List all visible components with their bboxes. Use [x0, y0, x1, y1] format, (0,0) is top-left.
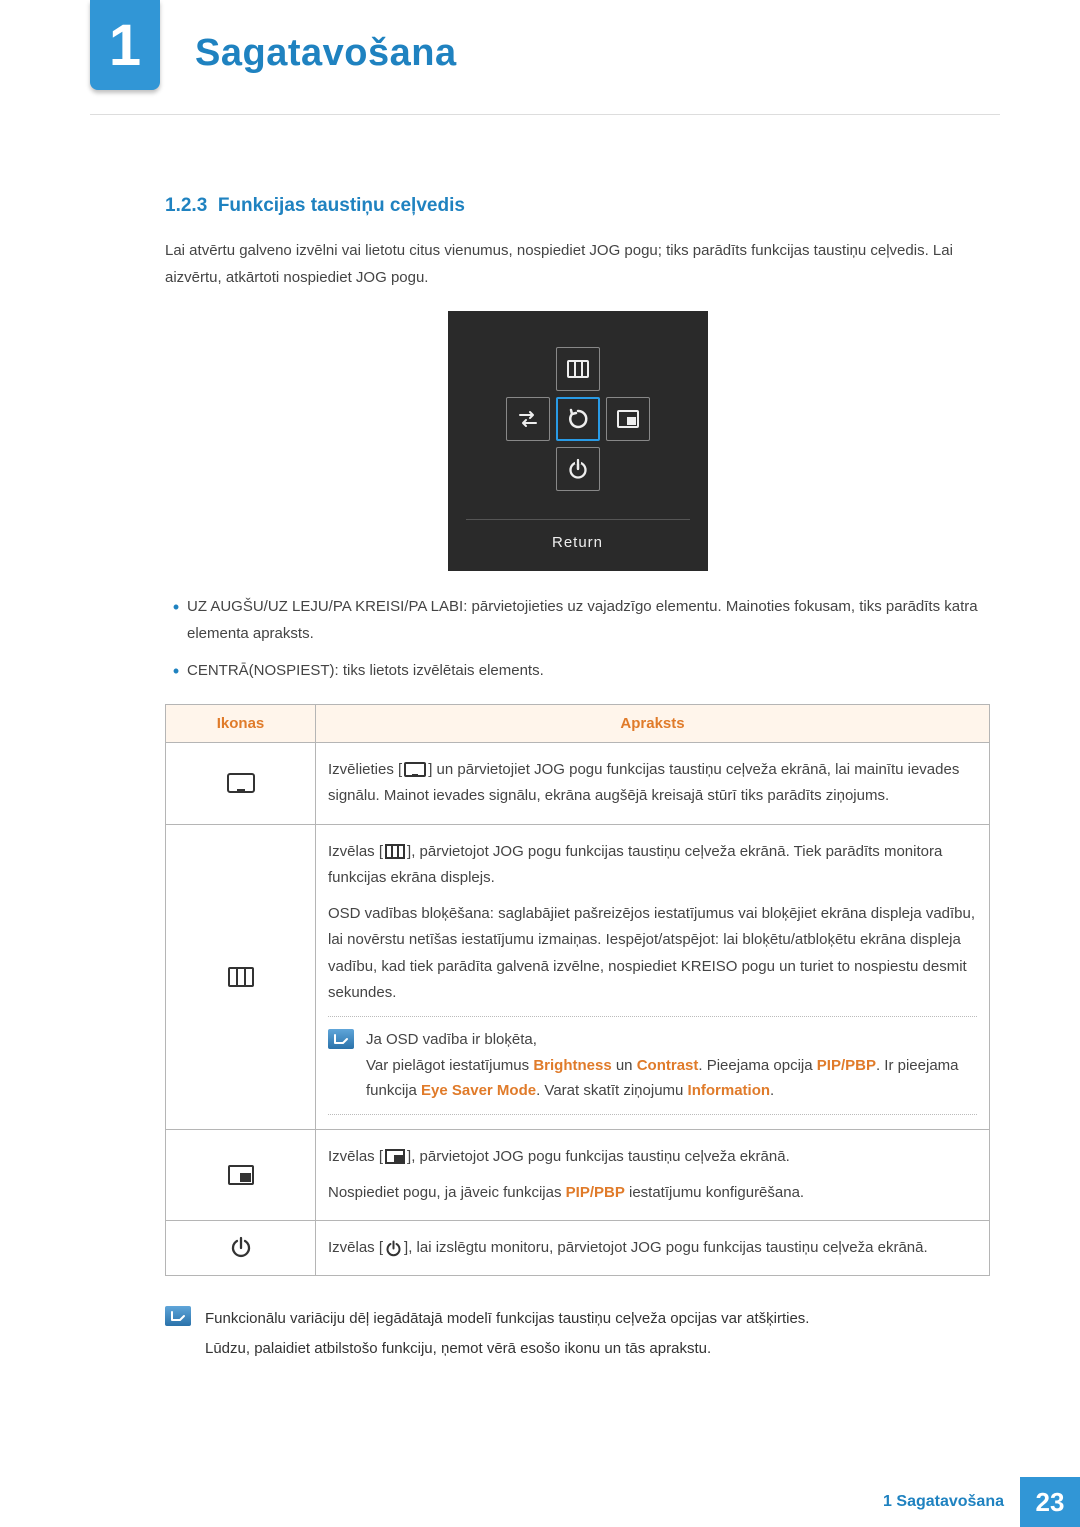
pip-inline-icon — [385, 1149, 405, 1164]
osd-return-label: Return — [466, 519, 690, 571]
source-icon — [166, 743, 316, 825]
section-title: Funkcijas taustiņu ceļvedis — [218, 195, 465, 216]
instruction-list: • UZ AUGŠU/UZ LEJU/PA KREISI/PA LABI: pā… — [165, 593, 990, 684]
osd-pip-icon — [606, 397, 650, 441]
list-item-text: UZ AUGŠU/UZ LEJU/PA KREISI/PA LABI: pārv… — [187, 593, 990, 647]
table-row: Izvēlas [], pārvietojot JOG pogu funkcij… — [166, 824, 990, 1129]
bullet-icon: • — [165, 593, 187, 647]
footer-note: Funkcionālu variāciju dēļ iegādātajā mod… — [165, 1304, 990, 1364]
bullet-icon: • — [165, 657, 187, 684]
menu-description: Izvēlas [], pārvietojot JOG pogu funkcij… — [316, 824, 990, 1129]
page-header: 1 Sagatavošana — [90, 0, 1000, 115]
page-footer: 1 Sagatavošana 23 — [0, 1477, 1080, 1527]
power-icon — [166, 1221, 316, 1276]
section-intro: Lai atvērtu galveno izvēlni vai lietotu … — [165, 237, 990, 291]
osd-return-icon — [556, 397, 600, 441]
footer-chapter-label: 1 Sagatavošana — [883, 1477, 1020, 1527]
table-header-icons: Ikonas — [166, 705, 316, 743]
osd-source-icon — [506, 397, 550, 441]
content-area: 1.2.3 Funkcijas taustiņu ceļvedis Lai at… — [165, 195, 990, 1364]
note-block: Ja OSD vadība ir bloķēta, Var pielāgot i… — [328, 1016, 977, 1115]
menu-icon — [166, 824, 316, 1129]
note-body: Ja OSD vadība ir bloķēta, Var pielāgot i… — [366, 1027, 977, 1104]
note-icon — [328, 1029, 354, 1049]
pip-description: Izvēlas [], pārvietojot JOG pogu funkcij… — [316, 1129, 990, 1221]
note-icon — [165, 1306, 191, 1326]
table-header-description: Apraksts — [316, 705, 990, 743]
power-description: Izvēlas [], lai izslēgtu monitoru, pārvi… — [316, 1221, 990, 1276]
table-row: Izvēlas [], pārvietojot JOG pogu funkcij… — [166, 1129, 990, 1221]
osd-guide-graphic: Return — [448, 311, 708, 571]
section-number: 1.2.3 — [165, 195, 207, 216]
source-inline-icon — [404, 762, 426, 778]
footer-page-number: 23 — [1020, 1477, 1080, 1527]
osd-button-grid — [466, 329, 690, 519]
chapter-title: Sagatavošana — [195, 32, 457, 75]
source-description: Izvēlieties [] un pārvietojiet JOG pogu … — [316, 743, 990, 825]
footer-note-body: Funkcionālu variāciju dēļ iegādātajā mod… — [205, 1304, 990, 1364]
section-heading: 1.2.3 Funkcijas taustiņu ceļvedis — [165, 195, 990, 217]
list-item-text: CENTRĀ(NOSPIEST): tiks lietots izvēlētai… — [187, 657, 990, 684]
chapter-number-badge: 1 — [90, 0, 160, 90]
list-item: • UZ AUGŠU/UZ LEJU/PA KREISI/PA LABI: pā… — [165, 593, 990, 647]
icon-description-table: Ikonas Apraksts Izvēlieties [] un pārvie… — [165, 704, 990, 1276]
menu-inline-icon — [385, 844, 405, 859]
osd-menu-icon — [556, 347, 600, 391]
osd-power-icon — [556, 447, 600, 491]
table-row: Izvēlieties [] un pārvietojiet JOG pogu … — [166, 743, 990, 825]
pip-icon — [166, 1129, 316, 1221]
power-inline-icon — [385, 1240, 402, 1257]
list-item: • CENTRĀ(NOSPIEST): tiks lietots izvēlēt… — [165, 657, 990, 684]
table-row: Izvēlas [], lai izslēgtu monitoru, pārvi… — [166, 1221, 990, 1276]
